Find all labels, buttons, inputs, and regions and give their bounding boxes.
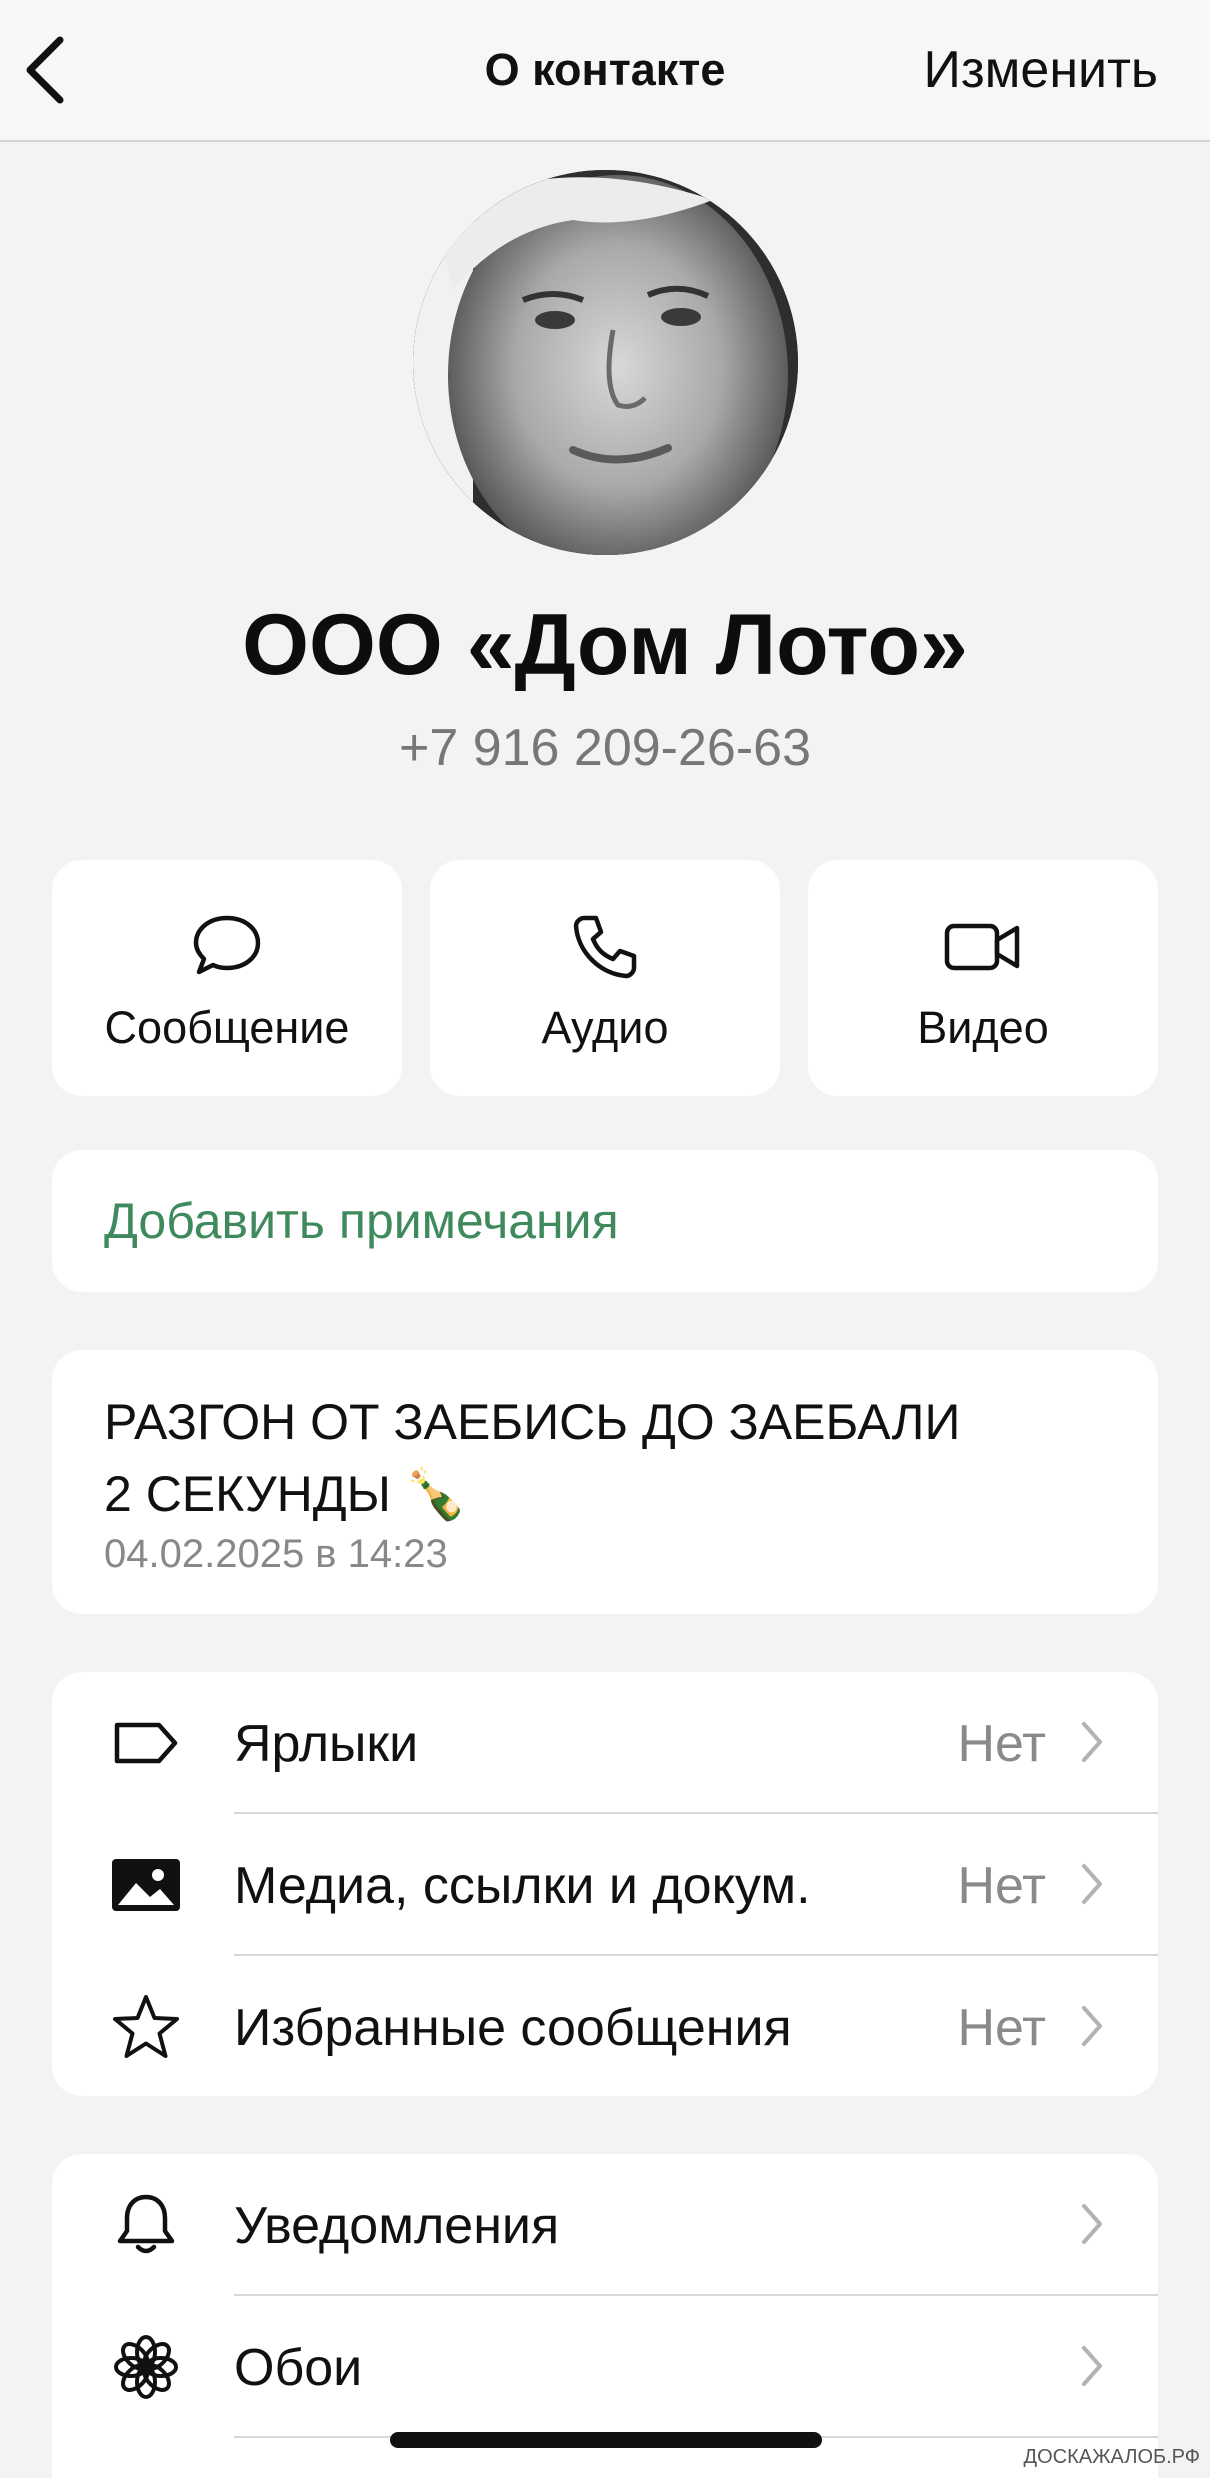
avatar[interactable]	[413, 170, 798, 555]
phone-icon	[573, 915, 637, 979]
wallpaper-label: Обои	[234, 2339, 363, 2397]
label-tag-icon	[114, 1722, 178, 1764]
list-item-wallpaper[interactable]: Обои	[52, 2296, 1158, 2438]
audio-label: Аудио	[541, 1002, 669, 1053]
settings-list: Уведомления Обои	[52, 2154, 1158, 2478]
chevron-right-icon	[1082, 2346, 1102, 2386]
chevron-right-icon	[1082, 1864, 1102, 1904]
video-call-button[interactable]: Видео	[808, 860, 1158, 1096]
bell-icon	[117, 2194, 175, 2254]
video-label: Видео	[917, 1002, 1049, 1053]
chat-bubble-icon	[193, 915, 261, 975]
media-label: Медиа, ссылки и докум.	[234, 1857, 811, 1915]
about-text: РАЗГОН ОТ ЗАЕБИСЬ ДО ЗАЕБАЛИ 2 СЕКУНДЫ 🍾	[104, 1386, 1104, 1530]
message-button[interactable]: Сообщение	[52, 860, 402, 1096]
labels-value: Нет	[957, 1715, 1046, 1773]
labels-label: Ярлыки	[234, 1715, 419, 1773]
list-item-notifications[interactable]: Уведомления	[52, 2154, 1158, 2296]
audio-call-button[interactable]: Аудио	[430, 860, 780, 1096]
nav-header: О контакте Изменить	[0, 0, 1210, 142]
starred-value: Нет	[957, 1999, 1046, 2057]
video-camera-icon	[944, 923, 1020, 971]
flower-icon	[114, 2335, 178, 2399]
contact-details-list: Ярлыки Нет Медиа, ссылки и докум. Нет Из…	[52, 1672, 1158, 2096]
add-notes-label: Добавить примечания	[104, 1193, 619, 1249]
list-item-media[interactable]: Медиа, ссылки и докум. Нет	[52, 1814, 1158, 1956]
contact-name: ООО «Дом Лото»	[242, 597, 968, 693]
edit-button[interactable]: Изменить	[923, 40, 1158, 100]
contact-phone: +7 916 209-26-63	[398, 719, 811, 777]
list-item-starred[interactable]: Избранные сообщения Нет	[52, 1956, 1158, 2098]
chevron-right-icon	[1082, 2006, 1102, 2046]
starred-label: Избранные сообщения	[234, 1999, 792, 2057]
about-line-2: 2 СЕКУНДЫ 🍾	[104, 1466, 467, 1522]
message-label: Сообщение	[104, 1002, 350, 1053]
star-icon	[113, 1995, 179, 2058]
media-value: Нет	[957, 1857, 1046, 1915]
about-line-1: РАЗГОН ОТ ЗАЕБИСЬ ДО ЗАЕБАЛИ	[104, 1394, 961, 1450]
about-date: 04.02.2025 в 14:23	[104, 1532, 448, 1576]
watermark: ДОСКАЖАЛОБ.РФ	[1023, 2446, 1200, 2468]
about-section: РАЗГОН ОТ ЗАЕБИСЬ ДО ЗАЕБАЛИ 2 СЕКУНДЫ 🍾…	[52, 1350, 1158, 1614]
image-icon	[112, 1859, 180, 1911]
chevron-right-icon	[1082, 1722, 1102, 1762]
chevron-right-icon	[1082, 2204, 1102, 2244]
contact-info-screen: О контакте Изменить ООО «Дом Лото» +7 91…	[0, 0, 1210, 2478]
add-notes-button[interactable]: Добавить примечания	[52, 1150, 1158, 1292]
notifications-label: Уведомления	[234, 2197, 560, 2255]
list-item-labels[interactable]: Ярлыки Нет	[52, 1672, 1158, 1814]
home-indicator[interactable]	[390, 2432, 822, 2448]
